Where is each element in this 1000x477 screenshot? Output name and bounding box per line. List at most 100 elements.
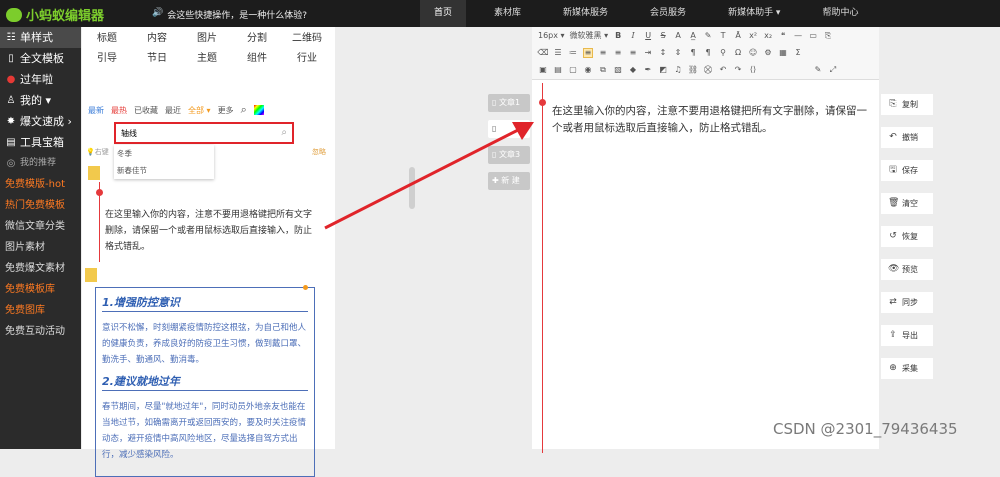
sidebar-item-free-gallery[interactable]: 免费图库 [0, 300, 81, 321]
category-industry[interactable]: 行业 [282, 51, 332, 66]
table-icon[interactable]: ▦ [778, 48, 788, 58]
align-left-icon[interactable]: ≡ [583, 47, 593, 58]
horizontal-rule-icon[interactable]: — [793, 31, 803, 41]
search-icon[interactable]: ⌕ [281, 127, 287, 138]
eraser-icon[interactable]: ⌫ [537, 48, 548, 58]
image-icon[interactable]: ▣ [538, 65, 548, 75]
sidebar-item-free-interactive[interactable]: 免费互动活动 [0, 321, 81, 342]
attachment-icon[interactable]: ⧉ [598, 65, 608, 75]
doc-tab-3[interactable]: ▯ 文章3 [488, 146, 530, 164]
nav-member-service[interactable]: 会员服务 [636, 0, 700, 27]
sidebar-item-viral-article[interactable]: ✸ 爆文速成 › [0, 111, 81, 132]
new-doc-button[interactable]: ✚ 新 建 [488, 172, 530, 190]
suggestion-item[interactable]: 冬季 [114, 145, 214, 162]
category-theme[interactable]: 主题 [182, 51, 232, 66]
map-icon[interactable]: ▧ [613, 65, 623, 75]
link-insert-icon[interactable]: ⛓ [688, 65, 698, 75]
category-image[interactable]: 图片 [182, 31, 232, 46]
bookmark-icon[interactable] [88, 166, 100, 180]
format-brush-icon[interactable]: ✎ [703, 31, 713, 41]
settings-icon[interactable]: ⚙ [763, 48, 773, 58]
panel-scrollbar[interactable] [409, 167, 415, 209]
html-icon[interactable]: ⟨⟩ [748, 65, 758, 75]
pen-icon[interactable]: ✒ [643, 65, 653, 75]
sync-button[interactable]: ⇄ 同步 [881, 292, 933, 313]
list-icon[interactable]: ☰ [553, 48, 563, 58]
text-style-icon[interactable]: T [718, 31, 728, 41]
rtl-icon[interactable]: ¶ [688, 48, 698, 58]
sidebar-item-hot-free-template[interactable]: 热门免费模板 [0, 195, 81, 216]
save-button[interactable]: 🖫 保存 [881, 160, 933, 181]
template-card-timeline[interactable]: 在这里输入你的内容，注意不要用退格键把所有文字删除，请保留一个或者用鼠标选取后直… [88, 166, 318, 264]
special-char-icon[interactable]: Ω [733, 48, 743, 58]
font-size-select[interactable]: 16px ▾ [538, 31, 565, 40]
indent-icon[interactable]: ⇥ [643, 48, 653, 58]
clear-button[interactable]: 🗑 清空 [881, 193, 933, 214]
paragraph-spacing-icon[interactable]: ⇕ [673, 48, 683, 58]
filter-recent[interactable]: 最近 [165, 105, 181, 116]
category-component[interactable]: 组件 [232, 51, 282, 66]
link-icon[interactable]: ⚲ [718, 48, 728, 58]
sigma-icon[interactable]: Σ [793, 48, 803, 58]
unlink-icon[interactable]: ⛒ [703, 65, 713, 75]
filter-favorited[interactable]: 已收藏 [134, 105, 158, 116]
category-festival[interactable]: 节日 [132, 51, 182, 66]
editor-content-area[interactable]: 在这里输入你的内容，注意不要用退格键把所有文字删除，请保留一个或者用鼠标选取后直… [538, 83, 878, 453]
font-family-select[interactable]: 微软雅黑 ▾ [570, 30, 609, 41]
sidebar-item-full-template[interactable]: ▯ 全文模板 [0, 48, 81, 69]
ltr-icon[interactable]: ¶ [703, 48, 713, 58]
search-icon[interactable]: ⌕ [241, 103, 247, 117]
page-icon[interactable]: ▭ [808, 31, 818, 41]
editor-text[interactable]: 在这里输入你的内容，注意不要用退格键把所有文字删除，请保留一个或者用鼠标选取后直… [552, 103, 867, 137]
template-search-input[interactable] [121, 128, 271, 138]
ignore-link[interactable]: 忽略 [312, 147, 326, 157]
border-icon[interactable]: ◩ [658, 65, 668, 75]
font-color-icon[interactable]: A [673, 31, 683, 41]
bold-icon[interactable]: B [613, 31, 623, 41]
sidebar-item-mine[interactable]: ♙ 我的 ▾ [0, 90, 81, 111]
subscript-icon[interactable]: x₂ [763, 31, 773, 41]
redo-icon[interactable]: ↷ [733, 65, 743, 75]
align-justify-icon[interactable]: ≡ [628, 48, 638, 58]
logo[interactable]: 小蚂蚁编辑器 [6, 5, 104, 24]
preview-button[interactable]: 👁 预览 [881, 259, 933, 280]
sidebar-item-new-year[interactable]: ● 过年啦 [0, 69, 81, 90]
category-divider[interactable]: 分割 [232, 31, 282, 46]
italic-icon[interactable]: I [628, 31, 638, 41]
sidebar-item-free-template-lib[interactable]: 免费模板库 [0, 279, 81, 300]
category-title[interactable]: 标题 [82, 31, 132, 46]
edit-mode-icon[interactable]: ✎ [813, 65, 823, 75]
nav-media-service[interactable]: 新媒体服务 [549, 0, 622, 27]
nav-home[interactable]: 首页 [420, 0, 467, 27]
sidebar-item-recommended[interactable]: ◎ 我的推荐 [0, 153, 81, 174]
sidebar-item-article-category[interactable]: 微信文章分类 [0, 216, 81, 237]
fullscreen-icon[interactable]: ⤢ [828, 65, 838, 75]
strikethrough-icon[interactable]: S [658, 31, 668, 41]
superscript-icon[interactable]: x² [748, 31, 758, 41]
collect-button[interactable]: ⊕ 采集 [881, 358, 933, 379]
nav-materials[interactable]: 素材库 [480, 0, 535, 27]
line-height-icon[interactable]: ↕ [658, 48, 668, 58]
notice[interactable]: 🔊 会这些快捷操作，是一种什么体验? [152, 8, 307, 21]
category-guide[interactable]: 引导 [82, 51, 132, 66]
filter-all-dropdown[interactable]: 全部 ▾ [188, 105, 211, 116]
sidebar-item-free-article-material[interactable]: 免费爆文素材 [0, 258, 81, 279]
color-picker-icon[interactable] [253, 105, 264, 115]
copy-button[interactable]: ⎘ 复制 [881, 94, 933, 115]
copy-icon[interactable]: ⎘ [823, 31, 833, 41]
ordered-list-icon[interactable]: ≔ [568, 48, 578, 58]
restore-button[interactable]: ↺ 恢复 [881, 226, 933, 247]
sidebar-item-single-style[interactable]: ☷ 单样式 [0, 27, 81, 48]
fill-color-icon[interactable]: ◆ [628, 65, 638, 75]
category-qrcode[interactable]: 二维码 [282, 31, 332, 46]
sidebar-item-free-hot[interactable]: 免费模版-hot [0, 174, 81, 195]
filter-more[interactable]: 更多 [218, 105, 234, 116]
emoji-icon[interactable]: ☺ [748, 48, 758, 58]
nav-help[interactable]: 帮助中心 [808, 0, 872, 27]
frame-icon[interactable]: ▢ [568, 65, 578, 75]
doc-tab-1[interactable]: ▯ 文章1 [488, 94, 530, 112]
doc-tab-2[interactable]: ▯ [488, 120, 530, 138]
export-button[interactable]: ⇪ 导出 [881, 325, 933, 346]
undo-button[interactable]: ↶ 撤销 [881, 127, 933, 148]
bookmark-icon[interactable] [85, 268, 97, 282]
